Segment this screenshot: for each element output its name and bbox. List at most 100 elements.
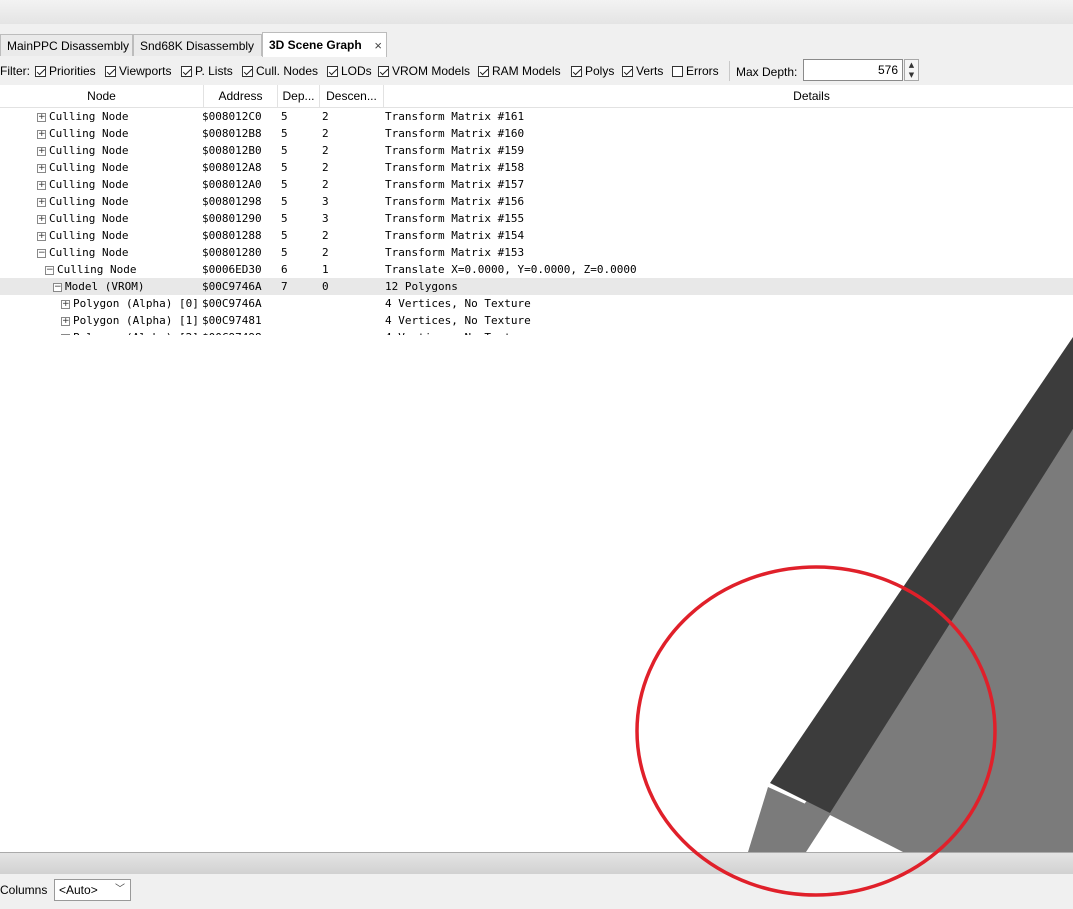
- column-header-descendants[interactable]: Descen...: [320, 85, 384, 107]
- checkbox-icon[interactable]: [105, 66, 116, 77]
- close-icon[interactable]: ×: [374, 33, 382, 58]
- tab-label: 3D Scene Graph: [269, 38, 362, 52]
- filter-checkbox-label: VROM Models: [392, 64, 471, 78]
- columns-dropdown-value: <Auto>: [59, 883, 98, 897]
- tree-cell-depth: 6: [281, 263, 288, 276]
- tree-row[interactable]: + Culling Node $008012A0 5 2 Transform Matrix…: [0, 176, 1073, 193]
- scene-graph-tree[interactable]: Node Address Dep... Descen... Details + C…: [0, 85, 1073, 335]
- tree-row[interactable]: + Polygon (Alpha) [0] $00C9746A 4 Vertices,…: [0, 295, 1073, 312]
- tree-cell-descendants: 0: [322, 280, 329, 293]
- checkbox-icon[interactable]: [672, 66, 683, 77]
- checkbox-icon[interactable]: [327, 66, 338, 77]
- tree-node-cell: − Culling Node: [37, 244, 203, 261]
- tree-node-label: Culling Node: [49, 195, 129, 208]
- expand-icon[interactable]: +: [61, 316, 70, 326]
- column-header-address[interactable]: Address: [204, 85, 278, 107]
- checkbox-icon[interactable]: [571, 66, 582, 77]
- tree-node-cell: +Polygon (Alpha) [2]: [61, 329, 203, 335]
- tree-cell-details: Transform Matrix #153: [385, 246, 525, 259]
- columns-dropdown[interactable]: <Auto> ﹀: [54, 879, 131, 901]
- collapse-icon[interactable]: −: [37, 248, 46, 258]
- tree-row[interactable]: + Polygon (Alpha) [1] $00C97481 4 Vertices,…: [0, 312, 1073, 329]
- expand-icon[interactable]: +: [37, 231, 46, 241]
- tree-row[interactable]: + Culling Node $008012B0 5 2 Transform Matrix…: [0, 142, 1073, 159]
- chevron-down-icon: ﹀: [115, 884, 125, 895]
- tree-row[interactable]: − Culling Node $0006ED30 6 1 Translate X=0.00…: [0, 261, 1073, 278]
- columns-label: Columns: [0, 883, 48, 897]
- tree-node-cell: + Polygon (Alpha) [0]: [61, 295, 203, 312]
- tree-cell-details: 4 Vertices, No Texture: [385, 314, 531, 327]
- checkbox-icon[interactable]: [35, 66, 46, 77]
- checkbox-icon[interactable]: [181, 66, 192, 77]
- tree-node-label: Culling Node: [49, 212, 129, 225]
- tree-node-cell: − Culling Node: [45, 261, 203, 278]
- filter-checkbox-lods[interactable]: LODs: [327, 63, 372, 79]
- checkbox-icon[interactable]: [378, 66, 389, 77]
- tree-row[interactable]: + Culling Node $00801288 5 2 Transform Matrix…: [0, 227, 1073, 244]
- tab-snd68k-disassembly[interactable]: Snd68K Disassembly: [133, 34, 262, 56]
- checkbox-icon[interactable]: [622, 66, 633, 77]
- expand-icon[interactable]: +: [37, 129, 46, 139]
- spin-down-icon[interactable]: ▼: [905, 70, 918, 80]
- collapse-icon[interactable]: −: [53, 282, 62, 292]
- tree-row[interactable]: + Culling Node $00801290 5 3 Transform Matrix…: [0, 210, 1073, 227]
- tree-row[interactable]: + Culling Node $008012C0 5 2 Transform Matrix…: [0, 108, 1073, 125]
- tree-cell-address: $00C97481: [202, 314, 262, 327]
- max-depth-input[interactable]: 576: [803, 59, 903, 81]
- filter-checkbox-priorities[interactable]: Priorities: [35, 63, 96, 79]
- collapse-icon[interactable]: −: [45, 265, 54, 275]
- tree-cell-details: Transform Matrix #159: [385, 144, 525, 157]
- expand-icon[interactable]: +: [37, 146, 46, 156]
- 3d-viewport[interactable]: [0, 337, 1073, 852]
- filter-checkbox-cull-nodes[interactable]: Cull. Nodes: [242, 63, 318, 79]
- checkbox-icon[interactable]: [242, 66, 253, 77]
- checkbox-icon[interactable]: [478, 66, 489, 77]
- tree-row[interactable]: + Culling Node $008012B8 5 2 Transform Matrix…: [0, 125, 1073, 142]
- column-header-node[interactable]: Node: [0, 85, 204, 107]
- tree-row[interactable]: + Culling Node $008012A8 5 2 Transform Matrix…: [0, 159, 1073, 176]
- spin-up-icon[interactable]: ▲: [905, 60, 918, 70]
- tree-cell-details: Transform Matrix #157: [385, 178, 525, 191]
- filter-checkbox-verts[interactable]: Verts: [622, 63, 663, 79]
- expand-icon[interactable]: +: [61, 333, 70, 335]
- tree-node-label: Culling Node: [49, 178, 129, 191]
- tree-cell-address: $00C97498: [202, 329, 262, 335]
- tab-mainppc-disassembly[interactable]: MainPPC Disassembly: [0, 34, 133, 56]
- tab-strip: MainPPC Disassembly Snd68K Disassembly 3…: [0, 24, 1073, 58]
- tree-cell-details: 12 Polygons: [385, 280, 458, 293]
- tab-3d-scene-graph[interactable]: 3D Scene Graph ×: [262, 32, 387, 57]
- filter-checkbox-label: LODs: [341, 64, 372, 78]
- expand-icon[interactable]: +: [37, 214, 46, 224]
- expand-icon[interactable]: +: [37, 197, 46, 207]
- filter-checkbox-viewports[interactable]: Viewports: [105, 63, 171, 79]
- filter-checkbox-label: Polys: [585, 64, 615, 78]
- tree-cell-depth: 5: [281, 178, 288, 191]
- filter-checkbox-ram-models[interactable]: RAM Models: [478, 63, 561, 79]
- tab-label: Snd68K Disassembly: [140, 39, 255, 53]
- tree-cell-depth: 5: [281, 144, 288, 157]
- tree-row[interactable]: − Model (VROM) $00C9746A 7 0 12 Polygons: [0, 278, 1073, 295]
- max-depth-spinner[interactable]: ▲ ▼: [904, 59, 919, 81]
- filter-checkbox-label: RAM Models: [492, 64, 561, 78]
- filter-checkbox-vrom-models[interactable]: VROM Models: [378, 63, 470, 79]
- tree-row[interactable]: − Culling Node $00801280 5 2 Transform Matrix…: [0, 244, 1073, 261]
- tree-cell-descendants: 2: [322, 127, 329, 140]
- tree-cell-depth: 5: [281, 127, 288, 140]
- expand-icon[interactable]: +: [37, 180, 46, 190]
- filter-checkbox-p-lists[interactable]: P. Lists: [181, 63, 233, 79]
- expand-icon[interactable]: +: [61, 299, 70, 309]
- tree-cell-details: Transform Matrix #156: [385, 195, 525, 208]
- tree-node-cell: + Culling Node: [37, 227, 203, 244]
- expand-icon[interactable]: +: [37, 112, 46, 122]
- tree-cell-address: $00801298: [202, 195, 262, 208]
- column-header-details[interactable]: Details: [384, 85, 1073, 107]
- column-header-depth[interactable]: Dep...: [278, 85, 320, 107]
- tree-row[interactable]: + Culling Node $00801298 5 3 Transform Matrix…: [0, 193, 1073, 210]
- filter-checkbox-errors[interactable]: Errors: [672, 63, 719, 79]
- tree-cell-address: $00801290: [202, 212, 262, 225]
- bottom-toolbar: Columns <Auto> ﹀: [0, 874, 1073, 909]
- expand-icon[interactable]: +: [37, 163, 46, 173]
- tree-cell-details: 4 Vertices, No Texture: [385, 329, 531, 335]
- filter-checkbox-polys[interactable]: Polys: [571, 63, 614, 79]
- tree-row[interactable]: +Polygon (Alpha) [2]$00C97498 4 Vertices,…: [0, 329, 1073, 335]
